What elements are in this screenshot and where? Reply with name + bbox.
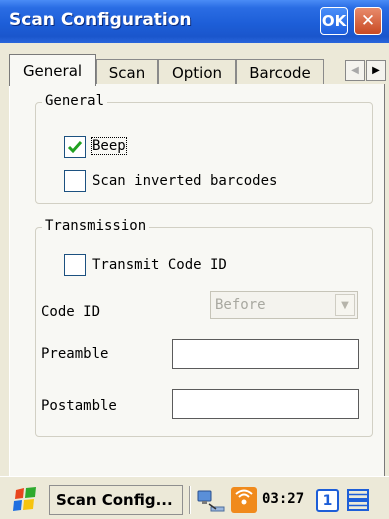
tray-divider (189, 486, 191, 514)
transmit-code-id-label[interactable]: Transmit Code ID (92, 257, 227, 273)
transmit-code-id-checkbox[interactable] (64, 254, 86, 276)
tab-general[interactable]: General (9, 54, 96, 86)
preamble-label: Preamble (41, 346, 109, 362)
beep-label[interactable]: Beep (91, 137, 127, 155)
tab-scroll-right-icon[interactable]: ▶ (366, 60, 386, 81)
taskbar-app-button[interactable]: Scan Config... (49, 485, 183, 515)
scan-inverted-label[interactable]: Scan inverted barcodes (92, 173, 277, 189)
tab-barcode[interactable]: Barcode (236, 59, 324, 85)
ok-button[interactable]: OK (320, 7, 348, 35)
notification-badge[interactable]: 1 (316, 489, 339, 512)
tab-scan[interactable]: Scan (96, 59, 158, 85)
postamble-label: Postamble (41, 398, 117, 414)
code-id-value: Before (215, 297, 266, 313)
code-id-label: Code ID (41, 304, 101, 320)
chevron-down-icon[interactable]: ▼ (335, 294, 355, 316)
close-button[interactable]: ✕ (354, 7, 382, 35)
beep-checkbox[interactable] (64, 136, 86, 158)
taskbar: Scan Config... 03:27 1 (0, 476, 389, 519)
postamble-input[interactable] (172, 389, 359, 419)
windows-start-icon[interactable] (10, 486, 40, 514)
checkmark-icon (67, 141, 83, 154)
scan-inverted-checkbox[interactable] (64, 170, 86, 192)
taskbar-clock[interactable]: 03:27 (262, 491, 304, 507)
code-id-dropdown[interactable]: Before ▼ (210, 291, 358, 319)
wireless-signal-icon[interactable] (231, 487, 257, 513)
tab-strip: General Scan Option Barcode ◀ ▶ (0, 43, 389, 86)
transmission-group-title: Transmission (42, 218, 150, 234)
input-panel-icon[interactable] (346, 488, 370, 512)
title-bar: Scan Configuration OK ✕ (0, 0, 389, 43)
preamble-input[interactable] (172, 339, 359, 369)
tab-scroll-left-icon[interactable]: ◀ (345, 60, 365, 81)
tab-option[interactable]: Option (158, 59, 236, 85)
general-tab-panel: General Beep Scan inverted barcodes Tran… (9, 84, 385, 476)
network-icon[interactable] (196, 487, 228, 515)
general-group-title: General (42, 93, 108, 109)
window-title: Scan Configuration (9, 10, 192, 30)
